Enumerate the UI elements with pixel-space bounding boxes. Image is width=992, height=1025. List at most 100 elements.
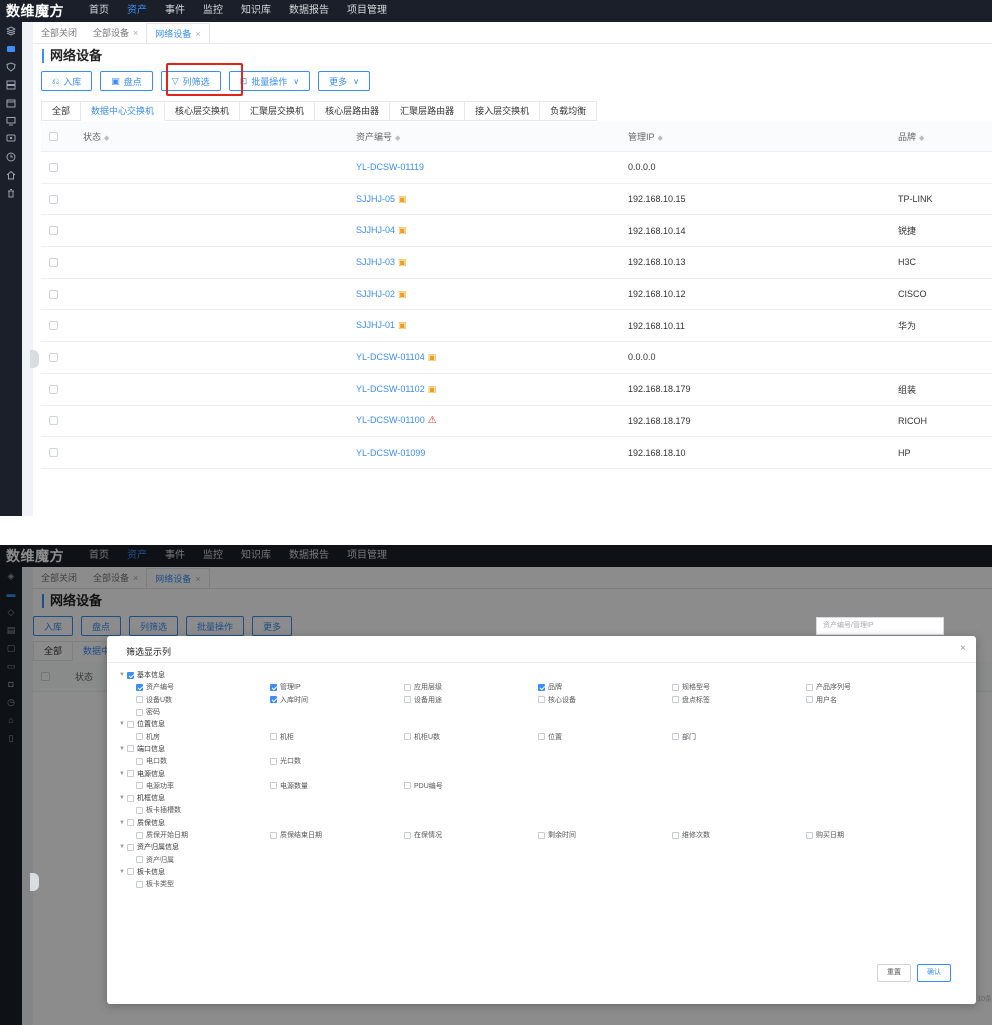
category-tab-aggregation-switch[interactable]: 汇聚层交换机 [240, 101, 316, 121]
asset-icon[interactable] [0, 40, 22, 58]
tab-close-all[interactable]: 全部关闭 [33, 23, 85, 43]
column-option[interactable]: 质保开始日期 [136, 829, 270, 841]
column-option[interactable]: 规格型号 [672, 681, 806, 693]
caret-down-icon[interactable]: ▼ [119, 869, 127, 875]
category-tab-dc-switch[interactable]: 数据中心交换机 [81, 101, 166, 121]
inventory-button[interactable]: ▣ 盘点 [100, 71, 153, 91]
column-checkbox[interactable] [538, 696, 545, 704]
more-button[interactable]: 更多 ∨ [318, 71, 370, 91]
column-group[interactable]: ▼ 基本信息 [119, 669, 976, 681]
menu-home[interactable]: 首页 [80, 0, 118, 22]
column-option[interactable]: 用户名 [806, 694, 940, 706]
column-checkbox[interactable] [136, 806, 143, 814]
column-checkbox[interactable] [404, 782, 411, 790]
column-option[interactable]: 资产编号 [136, 681, 270, 693]
column-group[interactable]: ▼ 质保信息 [119, 817, 976, 829]
caret-down-icon[interactable]: ▼ [119, 771, 127, 777]
table-row[interactable]: YL-DCSW-01099 192.168.18.10 HP [41, 437, 992, 469]
column-option[interactable]: 维修次数 [672, 829, 806, 841]
column-checkbox[interactable] [806, 696, 813, 704]
table-row[interactable]: YL-DCSW-01100 ⚠ 192.168.18.179 RICOH [41, 406, 992, 438]
group-checkbox[interactable] [127, 770, 134, 778]
caret-down-icon[interactable]: ▼ [119, 746, 127, 752]
server-icon[interactable] [0, 76, 22, 94]
menu-events[interactable]: 事件 [156, 0, 194, 22]
close-icon[interactable]: × [960, 643, 966, 654]
column-group[interactable]: ▼ 机框信息 [119, 792, 976, 804]
column-option[interactable]: 电源功率 [136, 780, 270, 792]
column-checkbox[interactable] [806, 831, 813, 839]
column-checkbox[interactable] [136, 696, 143, 704]
asset-no-link[interactable]: SJJHJ-04 [356, 225, 395, 235]
stock-in-button[interactable]: ⎌ 入库 [41, 71, 93, 91]
category-tab-aggregation-router[interactable]: 汇聚层路由器 [390, 101, 466, 121]
column-option[interactable]: 板卡插槽数 [136, 804, 270, 816]
column-checkbox[interactable] [538, 683, 545, 691]
column-option[interactable]: 剩余时间 [538, 829, 672, 841]
asset-no-link[interactable]: YL-DCSW-01104 [356, 352, 425, 362]
column-option[interactable]: 盘点标签 [672, 694, 806, 706]
group-checkbox[interactable] [127, 819, 134, 827]
column-checkbox[interactable] [806, 683, 813, 691]
column-checkbox[interactable] [136, 757, 143, 765]
column-option[interactable]: 应用层级 [404, 681, 538, 693]
column-option[interactable]: 管理IP [270, 681, 404, 693]
row-checkbox[interactable] [49, 416, 58, 426]
column-checkbox[interactable] [270, 733, 277, 741]
column-checkbox[interactable] [538, 831, 545, 839]
caret-down-icon[interactable]: ▼ [119, 672, 127, 678]
clock-icon[interactable] [0, 148, 22, 166]
menu-monitor[interactable]: 监控 [194, 0, 232, 22]
column-option[interactable]: 位置 [538, 730, 672, 742]
header-asset-no[interactable]: 资产编号 ◆ [356, 130, 400, 143]
table-row[interactable]: YL-DCSW-01119 0.0.0.0 [41, 152, 992, 184]
column-checkbox[interactable] [136, 856, 143, 864]
reset-button[interactable]: 重置 [877, 964, 911, 982]
column-option[interactable]: 品牌 [538, 681, 672, 693]
close-icon[interactable]: × [133, 28, 138, 38]
header-brand[interactable]: 品牌 ◆ [898, 130, 924, 143]
caret-down-icon[interactable]: ▼ [119, 820, 127, 826]
row-checkbox[interactable] [49, 226, 58, 236]
column-checkbox[interactable] [270, 683, 277, 691]
tab-all-devices[interactable]: 全部设备 × [85, 23, 146, 43]
column-checkbox[interactable] [136, 708, 143, 716]
row-checkbox[interactable] [49, 321, 58, 331]
asset-no-link[interactable]: SJJHJ-05 [356, 194, 395, 204]
group-checkbox[interactable] [127, 868, 134, 876]
column-checkbox[interactable] [538, 733, 545, 741]
category-tab-core-switch[interactable]: 核心层交换机 [165, 101, 241, 121]
search-input[interactable]: 资产编号/管理IP [816, 617, 944, 635]
category-tab-access-switch[interactable]: 接入层交换机 [465, 101, 541, 121]
sidebar-collapse-handle[interactable] [30, 350, 39, 368]
table-row[interactable]: SJJHJ-02 ▣ 192.168.10.12 CISCO [41, 279, 992, 311]
row-checkbox[interactable] [49, 257, 58, 267]
column-option[interactable]: 机房 [136, 730, 270, 742]
table-row[interactable]: SJJHJ-03 ▣ 192.168.10.13 H3C [41, 247, 992, 279]
column-group[interactable]: ▼ 资产归属信息 [119, 841, 976, 853]
menu-reports[interactable]: 数据报告 [280, 0, 338, 22]
column-option[interactable]: 产品序列号 [806, 681, 940, 693]
header-status[interactable]: 状态 ◆ [83, 130, 109, 143]
layers-icon[interactable] [0, 22, 22, 40]
asset-no-link[interactable]: SJJHJ-01 [356, 320, 395, 330]
category-tab-core-router[interactable]: 核心层路由器 [315, 101, 391, 121]
column-checkbox[interactable] [672, 831, 679, 839]
row-checkbox[interactable] [49, 194, 58, 204]
row-checkbox[interactable] [49, 352, 58, 362]
row-checkbox[interactable] [49, 162, 58, 172]
column-option[interactable]: 机柜 [270, 730, 404, 742]
group-checkbox[interactable] [127, 843, 134, 851]
header-mgmt-ip[interactable]: 管理IP ◆ [628, 130, 663, 143]
caret-down-icon[interactable]: ▼ [119, 721, 127, 727]
row-checkbox[interactable] [49, 448, 58, 458]
display-icon[interactable] [0, 130, 22, 148]
column-group[interactable]: ▼ 电源信息 [119, 767, 976, 779]
column-checkbox[interactable] [672, 683, 679, 691]
row-checkbox[interactable] [49, 289, 58, 299]
column-option[interactable]: 核心设备 [538, 694, 672, 706]
column-option[interactable]: 在保情况 [404, 829, 538, 841]
caret-down-icon[interactable]: ▼ [119, 844, 127, 850]
group-checkbox[interactable] [127, 720, 134, 728]
column-checkbox[interactable] [672, 733, 679, 741]
